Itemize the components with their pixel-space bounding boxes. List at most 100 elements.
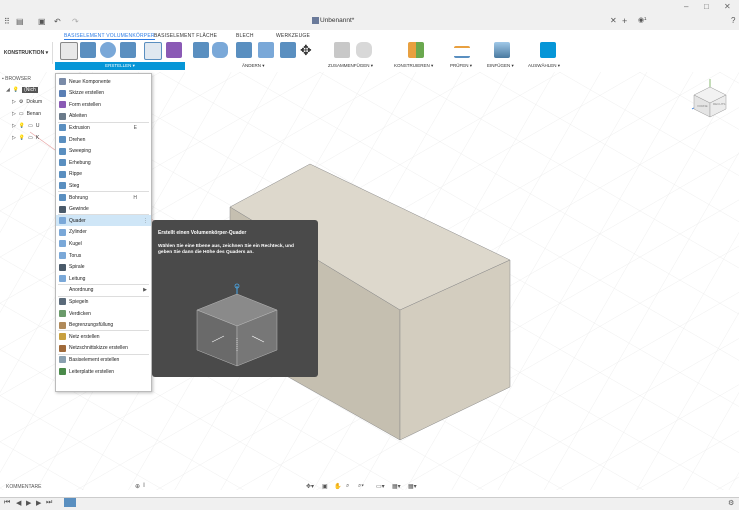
menu-item-pipe[interactable]: Leitung [56, 273, 151, 284]
hole-tool-icon[interactable] [120, 42, 136, 58]
select-icon[interactable] [540, 42, 556, 58]
fillet-icon[interactable] [212, 42, 228, 58]
viewports-icon[interactable]: ▦▾ [408, 483, 417, 490]
menu-item-pattern[interactable]: Anordnung ▶ [56, 285, 151, 296]
tree-row-root[interactable]: ◢ 💡 (Nich [6, 87, 38, 93]
undo-icon[interactable]: ↶ [54, 17, 61, 26]
revolve-tool-icon[interactable] [100, 42, 116, 58]
grid-menu-icon[interactable]: ⠿ [4, 17, 10, 26]
close-window-button[interactable]: ✕ [724, 2, 731, 11]
minimize-button[interactable]: – [684, 2, 688, 11]
pan-icon[interactable]: ✋ [334, 483, 341, 490]
new-tab-icon[interactable]: + [622, 16, 627, 26]
help-icon[interactable]: ? [731, 16, 735, 25]
menu-item-mesh-section[interactable]: Netzschnittskizze erstellen [56, 343, 151, 354]
extrude-tool-icon[interactable] [80, 42, 96, 58]
shell-icon[interactable] [236, 42, 252, 58]
online-status-icon[interactable]: ◉¹ [638, 16, 646, 24]
menu-item-loft[interactable]: Erhebung [56, 157, 151, 168]
menu-item-sketch[interactable]: Skizze erstellen [56, 88, 151, 99]
orbit-icon[interactable]: ✥▾ [306, 483, 314, 490]
menu-item-form[interactable]: Form erstellen [56, 99, 151, 110]
hole-icon [59, 194, 66, 201]
timeline-settings-icon[interactable]: ⚙ [728, 499, 734, 507]
konstruieren-menu[interactable]: KONSTRUIEREN ▾ [394, 63, 433, 69]
menu-item-torus[interactable]: Torus [56, 250, 151, 261]
menu-item-mirror[interactable]: Spiegeln [56, 296, 151, 307]
auswaehlen-menu[interactable]: AUSWÄHLEN ▾ [528, 63, 560, 69]
display-settings-icon[interactable]: ▭▾ [376, 483, 385, 490]
move-icon[interactable]: ✥ [300, 42, 312, 59]
menu-item-label: Erhebung [69, 159, 91, 166]
add-comment-icon[interactable]: ⊕ [135, 483, 140, 490]
new-component-tool-icon[interactable] [334, 42, 350, 58]
comments-panel[interactable]: KOMMENTARE ⊕ ‖ [0, 482, 150, 492]
zoom-icon[interactable]: ⌕ [346, 483, 349, 490]
menu-item-derive[interactable]: Ableiten [56, 111, 151, 122]
menu-item-component[interactable]: Neue Komponente [56, 76, 151, 87]
menu-item-base-feature[interactable]: Basiselement erstellen [56, 354, 151, 365]
pruefen-menu[interactable]: PRÜFEN ▾ [450, 63, 472, 69]
press-pull-icon[interactable] [193, 42, 209, 58]
play-icon[interactable]: ▶ [26, 499, 31, 507]
menu-item-boundary-fill[interactable]: Begrenzungsfüllung [56, 320, 151, 331]
einfuegen-menu[interactable]: EINFÜGEN ▾ [487, 63, 514, 69]
thread-icon [59, 205, 66, 213]
more-options-icon[interactable]: ⋮ [143, 218, 148, 224]
browser-header[interactable]: ▪ BROWSER [2, 76, 31, 82]
tree-row-origin[interactable]: ▷ 💡 ▭ U [12, 123, 39, 129]
visibility-icon: 💡 [18, 135, 26, 141]
menu-item-sweep[interactable]: Sweeping [56, 146, 151, 157]
plane-icon[interactable] [408, 42, 424, 58]
menu-item-cylinder[interactable]: Zylinder [56, 227, 151, 238]
menu-item-extrude[interactable]: Extrusion E [56, 122, 151, 133]
sketch-tool-icon[interactable] [60, 42, 78, 60]
maximize-button[interactable]: □ [704, 2, 709, 11]
menu-item-web[interactable]: Steg [56, 180, 151, 191]
menu-item-revolve[interactable]: Drehen [56, 134, 151, 145]
step-back-icon[interactable]: ◀ [16, 499, 21, 507]
tab-tools[interactable]: WERKZEUGE [276, 33, 310, 39]
look-at-icon[interactable]: ▣ [322, 483, 328, 490]
redo-icon[interactable]: ↷ [72, 17, 79, 26]
tree-row-bodies[interactable]: ▷ 💡 ▭ K [12, 135, 39, 141]
tab-solid[interactable]: BASISELEMENT VOLUMENKÖRPER [64, 33, 155, 40]
file-icon[interactable]: ▤ [16, 17, 24, 26]
menu-item-hole[interactable]: Bohrung H [56, 192, 151, 203]
form-tool-icon[interactable] [166, 42, 182, 58]
fit-icon[interactable]: ⌕▾ [358, 483, 364, 490]
joint-icon[interactable] [356, 42, 372, 58]
go-to-end-icon[interactable]: ⏭ [46, 499, 52, 507]
menu-item-thread[interactable]: Gewinde [56, 204, 151, 215]
menu-item-label: Gewinde [69, 206, 89, 213]
combine-icon[interactable] [258, 42, 274, 58]
step-forward-icon[interactable]: ▶ [36, 499, 41, 507]
viewcube[interactable]: VORNE RECHTS [688, 77, 732, 121]
menu-item-pcb[interactable]: Leiterplatte erstellen [56, 366, 151, 377]
scale-icon[interactable] [280, 42, 296, 58]
workspace-switcher[interactable]: KONSTRUKTION ▾ [0, 42, 53, 64]
pattern-tool-icon[interactable] [144, 42, 162, 60]
tree-row-document[interactable]: ▷ ⚙ Dokum [12, 99, 42, 105]
go-to-start-icon[interactable]: ⏮ [4, 499, 10, 507]
tree-row-named-views[interactable]: ▷ ▭ Benan [12, 111, 41, 117]
zusammenfuegen-menu[interactable]: ZUSAMMENFÜGEN ▾ [328, 63, 373, 69]
menu-item-box[interactable]: Quader ⋮ [56, 215, 151, 227]
grid-settings-icon[interactable]: ▦▾ [392, 483, 401, 490]
tab-sheet-metal[interactable]: BLECH [236, 33, 254, 39]
document-icon [312, 17, 319, 24]
menu-item-coil[interactable]: Spirale [56, 262, 151, 273]
close-tab-icon[interactable]: ✕ [610, 16, 617, 25]
erstellen-menu-button[interactable]: ERSTELLEN ▾ [55, 62, 185, 70]
menu-item-thicken[interactable]: Verdicken [56, 308, 151, 319]
tab-surface[interactable]: BASISELEMENT FLÄCHE [154, 33, 217, 39]
aendern-menu[interactable]: ÄNDERN ▾ [242, 63, 265, 69]
measure-icon[interactable] [454, 46, 470, 58]
menu-item-sphere[interactable]: Kugel [56, 238, 151, 249]
timeline-feature-icon[interactable] [64, 498, 76, 507]
collapse-panel-icon[interactable]: ‖ [143, 483, 145, 489]
insert-image-icon[interactable] [494, 42, 510, 58]
menu-item-rib[interactable]: Rippe [56, 169, 151, 180]
menu-item-mesh[interactable]: Netz erstellen [56, 331, 151, 342]
save-icon[interactable]: ▣ [38, 17, 46, 26]
